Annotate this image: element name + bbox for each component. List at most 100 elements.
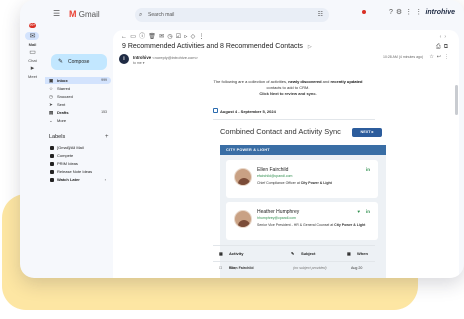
pager: ‹› bbox=[440, 30, 449, 44]
label-item-text: Compete bbox=[57, 153, 74, 158]
next-button[interactable]: NEXT ▸ bbox=[352, 128, 382, 137]
sync-title: Combined Contact and Activity Sync bbox=[220, 127, 341, 136]
gmail-window: 99+ ✉ Mail ▭ Chat ▸ Meet ☰ M Gmail ⌕ Sea… bbox=[20, 0, 464, 278]
sidebar-item-label: Sent bbox=[57, 102, 66, 107]
video-icon: ▸ bbox=[30, 65, 35, 72]
contact-email[interactable]: efairchild@cpandl.com bbox=[257, 174, 292, 178]
report-spam-icon[interactable]: ⓘ bbox=[139, 34, 148, 40]
status-indicator[interactable] bbox=[362, 10, 368, 16]
message-pane: ←▭ⓘ🗑✉◷☑▹◇⋮ ‹› 9 Recommended Activities a… bbox=[113, 30, 459, 278]
label-item-text: PRIM Ideas bbox=[57, 161, 78, 166]
send-icon: ➤ bbox=[49, 102, 53, 107]
divider bbox=[213, 245, 375, 246]
contact-email[interactable]: hhumphrey@cpandl.com bbox=[257, 216, 296, 220]
rail-item-mail[interactable]: ✉ Mail bbox=[20, 32, 45, 47]
sidebar-item-sent[interactable]: ➤ Sent bbox=[45, 101, 111, 108]
chevron-right-icon[interactable]: › bbox=[444, 34, 449, 40]
add-label-icon[interactable]: + bbox=[105, 134, 109, 140]
compose-label: Compose bbox=[68, 59, 90, 65]
back-arrow-icon[interactable]: ← bbox=[121, 34, 130, 40]
rail-item-label: Chat bbox=[28, 58, 37, 63]
label-tag-icon bbox=[50, 162, 54, 166]
rail-mail-badge: 99+ bbox=[28, 23, 37, 28]
label-item[interactable]: PRIM Ideas bbox=[45, 160, 111, 168]
chevron-right-icon: › bbox=[104, 177, 106, 182]
search-icon[interactable]: ⌕ bbox=[139, 8, 142, 22]
column-header: Activity bbox=[229, 251, 244, 256]
contact-name: Heather Humphrey bbox=[257, 209, 300, 215]
recipient-line[interactable]: to me ▾ bbox=[133, 61, 145, 65]
intro-cta: Click Next to review and sync. bbox=[259, 91, 317, 96]
more-vert-icon[interactable]: ⋮ bbox=[198, 34, 207, 40]
sidebar-item-drafts[interactable]: ▤ Drafts 153 bbox=[45, 109, 111, 116]
apps-grid-icon[interactable]: ⋮⋮ bbox=[405, 9, 425, 16]
rail-item-meet[interactable]: ▸ Meet bbox=[20, 64, 45, 79]
avatar bbox=[234, 168, 252, 186]
mail-icon: ✉ bbox=[29, 33, 36, 40]
contact-company: City Power & Light bbox=[300, 181, 332, 185]
status-dot-icon bbox=[362, 10, 366, 14]
contact-name: Ellen Fairchild bbox=[257, 167, 289, 173]
sidebar-item-count: 153 bbox=[101, 110, 107, 114]
star-icon[interactable]: ☆ bbox=[429, 54, 436, 60]
menu-icon[interactable]: ☰ bbox=[53, 10, 61, 18]
open-new-window-icon[interactable]: ⧉ bbox=[444, 44, 451, 50]
sidebar-item-label: Snoozed bbox=[57, 94, 73, 99]
sidebar-item-label: Inbox bbox=[57, 78, 68, 83]
compose-button[interactable]: ✎ Compose bbox=[51, 54, 107, 70]
print-icon[interactable]: ⎙ bbox=[436, 44, 444, 50]
search-input[interactable]: ⌕ Search mail ☷ bbox=[135, 8, 329, 22]
sidebar-item-inbox[interactable]: ▣ Inbox 999 bbox=[45, 77, 111, 84]
label-item-text: [Gmail]/All Mail bbox=[57, 145, 84, 150]
star-icon: ☆ bbox=[49, 86, 54, 91]
rail-item-chat[interactable]: ▭ Chat bbox=[20, 48, 45, 63]
label-item[interactable]: Release Note Ideas bbox=[45, 168, 111, 176]
clock-icon: ◷ bbox=[49, 94, 53, 99]
label-item[interactable]: [Gmail]/All Mail bbox=[45, 144, 111, 152]
intro-text: The following are a collection of activi… bbox=[213, 79, 363, 97]
contact-title-text: Chief Compliance Officer at bbox=[257, 181, 301, 185]
reply-icon[interactable]: ↩ bbox=[437, 54, 444, 60]
sidebar-item-starred[interactable]: ☆ Starred bbox=[45, 85, 111, 92]
email-subject-text: 9 Recommended Activities and 8 Recommend… bbox=[122, 43, 303, 50]
archive-icon[interactable]: ▭ bbox=[130, 34, 139, 40]
more-vert-icon[interactable]: ⋮ bbox=[444, 54, 452, 60]
column-header: Subject bbox=[301, 251, 316, 256]
intro-text-part: The following are a collection of activi… bbox=[213, 79, 289, 84]
date-range: August 4 - September 5, 2024 bbox=[220, 109, 276, 114]
top-right-icons: ?⚙⋮⋮ bbox=[389, 8, 425, 16]
checkbox-icon[interactable]: ☐ bbox=[219, 264, 222, 273]
scrollbar[interactable] bbox=[455, 85, 458, 115]
contact-title-text: Senior Vice President - HR & General Cou… bbox=[257, 223, 335, 227]
delete-icon[interactable]: 🗑 bbox=[148, 34, 159, 40]
linkedin-icon[interactable]: in bbox=[366, 167, 370, 172]
twitter-icon[interactable]: ♥ bbox=[357, 209, 360, 214]
label-item[interactable]: Watch Later › bbox=[45, 176, 111, 184]
label-tag-icon bbox=[50, 170, 54, 174]
snooze-icon[interactable]: ◷ bbox=[167, 34, 175, 40]
help-icon[interactable]: ? bbox=[389, 9, 396, 16]
linkedin-icon[interactable]: in bbox=[366, 209, 370, 214]
pencil-icon: ✎ bbox=[58, 59, 64, 65]
app-rail: 99+ ✉ Mail ▭ Chat ▸ Meet bbox=[20, 0, 45, 278]
sidebar-item-snoozed[interactable]: ◷ Snoozed bbox=[45, 93, 111, 100]
label-item-text: Watch Later bbox=[57, 177, 80, 182]
contact-title: Chief Compliance Officer at City Power &… bbox=[257, 180, 369, 186]
label-tag-icon[interactable]: ▷ bbox=[308, 44, 312, 50]
search-options-icon[interactable]: ☷ bbox=[318, 8, 323, 22]
label-tag-icon bbox=[50, 178, 54, 182]
activity-prefix: You, bbox=[229, 266, 237, 270]
contact-entry[interactable]: Ellen Fairchild efairchild@cpandl.com Ch… bbox=[226, 160, 378, 198]
activity-table-header: ▦ Activity ✎ Subject ▦ When bbox=[213, 248, 375, 260]
table-row[interactable]: ☐ You, Ellen Fairchild (no subject provi… bbox=[213, 264, 375, 273]
settings-icon[interactable]: ⚙ bbox=[396, 9, 405, 16]
sender-line: Introhive <noreply@introhive.com> bbox=[133, 55, 198, 60]
sender-name: Introhive bbox=[133, 55, 152, 60]
label-item[interactable]: Compete bbox=[45, 152, 111, 160]
contact-entry[interactable]: Heather Humphrey hhumphrey@cpandl.com Se… bbox=[226, 202, 378, 240]
intro-bold: recently updated bbox=[330, 79, 363, 84]
search-placeholder: Search mail bbox=[148, 12, 175, 18]
gmail-logo[interactable]: M Gmail bbox=[69, 9, 100, 19]
rail-item-label: Meet bbox=[28, 74, 37, 79]
sidebar-item-more[interactable]: ⌄ More bbox=[45, 117, 111, 124]
